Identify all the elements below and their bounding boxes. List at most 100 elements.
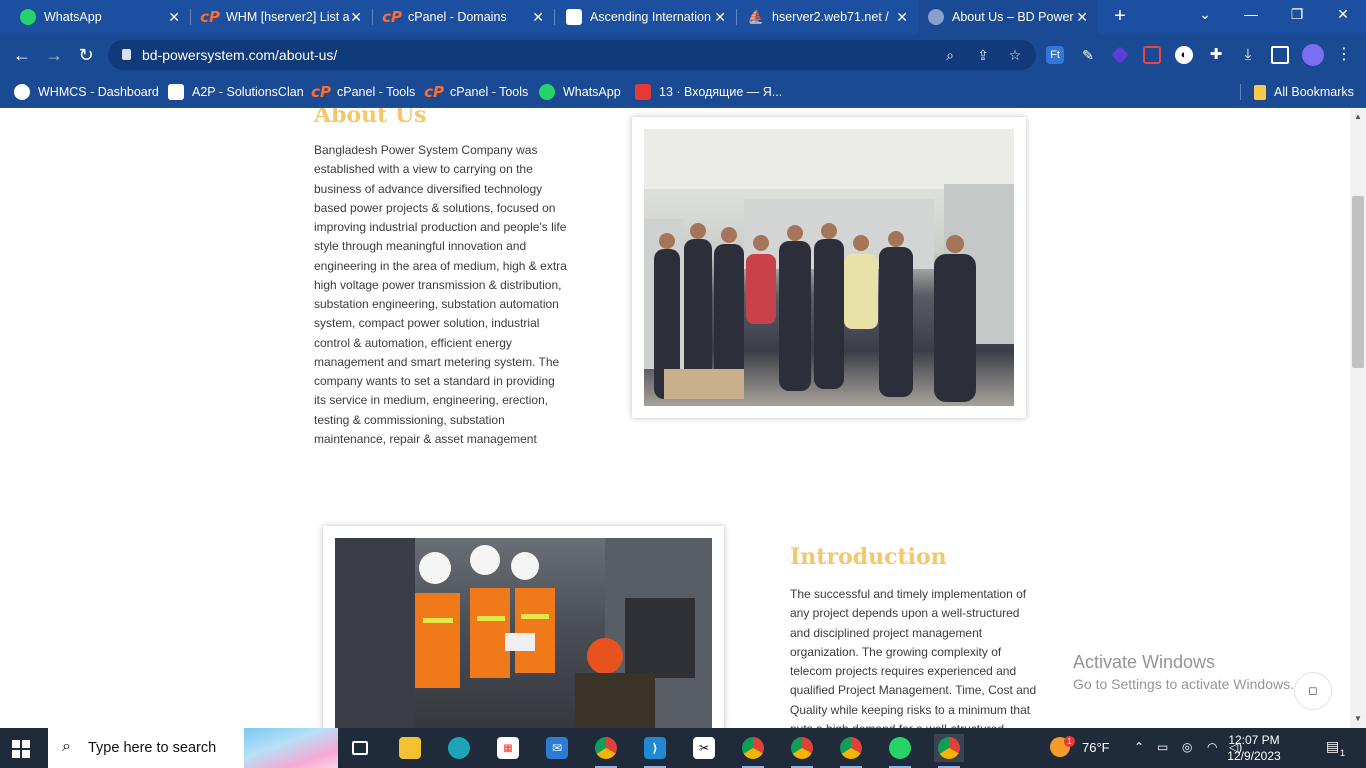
- vscode-icon[interactable]: ⟩: [640, 734, 670, 768]
- close-icon[interactable]: ✕: [714, 9, 726, 26]
- chrome-profile-3-icon[interactable]: [836, 734, 866, 768]
- bookmark-mail[interactable]: 13 · Входящие — Я...: [635, 82, 782, 102]
- tab-separator: [554, 9, 555, 25]
- reload-button[interactable]: ↻: [75, 44, 97, 66]
- scroll-thumb[interactable]: [1352, 196, 1364, 368]
- close-icon[interactable]: ✕: [896, 9, 908, 26]
- tab-ascending[interactable]: Ascending Internation ✕: [556, 0, 736, 34]
- weather-badge: 1: [1064, 736, 1075, 747]
- bookmark-whatsapp[interactable]: WhatsApp: [539, 82, 621, 102]
- store-icon[interactable]: ▦: [493, 734, 523, 762]
- tab-about-us[interactable]: About Us – BD Power ✕: [918, 0, 1098, 34]
- close-icon[interactable]: ✕: [168, 9, 180, 26]
- team-photo-image: [644, 129, 1014, 402]
- bookmark-whmcs[interactable]: WHMCS - Dashboard: [14, 82, 159, 102]
- profile-avatar[interactable]: [1302, 44, 1324, 66]
- bookmark-cpanel-tools-2[interactable]: cP cPanel - Tools: [424, 82, 529, 102]
- chrome-active-icon[interactable]: [934, 734, 964, 768]
- eyedropper-icon[interactable]: ✎: [1079, 46, 1097, 64]
- mail-app-icon[interactable]: ✉: [542, 734, 572, 762]
- forward-button[interactable]: →: [43, 44, 65, 66]
- file-explorer-icon[interactable]: [395, 734, 425, 762]
- team-photo: [644, 129, 1014, 406]
- task-view-icon[interactable]: [345, 734, 375, 762]
- zoom-icon[interactable]: ⌕: [941, 46, 959, 64]
- whatsapp-icon: [20, 9, 36, 25]
- bookmarks-divider: [1240, 84, 1241, 100]
- close-icon[interactable]: ✕: [350, 9, 362, 26]
- notification-center-icon[interactable]: ▤: [1326, 738, 1339, 755]
- whatsapp-app-icon[interactable]: [885, 734, 915, 768]
- chrome-profile-1-icon[interactable]: [738, 734, 768, 768]
- minimize-button[interactable]: —: [1241, 6, 1261, 22]
- battery-icon[interactable]: ▭: [1157, 740, 1168, 754]
- introduction-text: The successful and timely implementation…: [790, 587, 1037, 728]
- download-icon[interactable]: ⤓: [1239, 46, 1257, 64]
- url-text: bd-powersystem.com/about-us/: [142, 47, 338, 63]
- extensions-puzzle-icon[interactable]: ✚: [1207, 46, 1225, 64]
- share-icon[interactable]: ⇪: [974, 46, 992, 64]
- bookmark-label: cPanel - Tools: [450, 85, 529, 99]
- bookmark-star-icon[interactable]: ☆: [1006, 46, 1024, 64]
- watermark-subtitle: Go to Settings to activate Windows.: [1073, 676, 1294, 692]
- a2p-icon: [168, 84, 184, 100]
- chrome-profile-2-icon[interactable]: [787, 734, 817, 768]
- extension-ft-icon[interactable]: Ft: [1046, 46, 1064, 64]
- watermark-title: Activate Windows: [1073, 652, 1216, 672]
- introduction-heading: Introduction: [790, 544, 947, 570]
- chrome-icon[interactable]: [591, 734, 621, 768]
- tab-whatsapp[interactable]: WhatsApp ✕: [10, 0, 190, 34]
- restore-button[interactable]: ❐: [1287, 6, 1307, 23]
- lock-icon: [122, 49, 131, 60]
- edge-icon[interactable]: [444, 734, 474, 762]
- tab-strip: WhatsApp ✕ cP WHM [hserver2] List a ✕ cP…: [0, 0, 1366, 34]
- start-button[interactable]: [12, 740, 30, 758]
- extension-diamond-icon[interactable]: [1111, 46, 1129, 64]
- bookmarks-bar: WHMCS - Dashboard A2P - SolutionsClan cP…: [0, 76, 1366, 108]
- tab-title: About Us – BD Power: [952, 10, 1074, 24]
- page-scrollbar[interactable]: ▲ ▼: [1350, 108, 1366, 728]
- weather-temp[interactable]: 76°F: [1082, 740, 1110, 755]
- bookmark-a2p[interactable]: A2P - SolutionsClan: [168, 82, 304, 102]
- extension-circle-icon[interactable]: ◐: [1175, 46, 1193, 64]
- show-hidden-icons[interactable]: ⌃: [1134, 740, 1144, 754]
- tab-whm[interactable]: cP WHM [hserver2] List a ✕: [192, 0, 372, 34]
- close-icon[interactable]: ✕: [1076, 9, 1088, 26]
- network-icon[interactable]: ◠: [1207, 740, 1217, 754]
- address-bar[interactable]: bd-powersystem.com/about-us/ ⌕ ⇪ ☆: [108, 40, 1036, 70]
- bookmark-label: WhatsApp: [563, 85, 621, 99]
- web-page: About Us Bangladesh Power System Company…: [0, 108, 1350, 728]
- side-panel-icon[interactable]: [1271, 46, 1289, 64]
- tab-phpmyadmin[interactable]: ⛵ hserver2.web71.net / ✕: [738, 0, 918, 34]
- cpanel-icon: cP: [200, 8, 220, 26]
- tab-search-icon[interactable]: ⌄: [1195, 6, 1215, 23]
- all-bookmarks[interactable]: All Bookmarks: [1254, 82, 1354, 102]
- search-highlight-image: [244, 728, 338, 768]
- chat-widget-button[interactable]: ◻: [1294, 672, 1332, 710]
- extension-screen-icon[interactable]: [1143, 46, 1161, 64]
- system-clock[interactable]: 12:07 PM 12/9/2023: [1222, 732, 1286, 764]
- whatsapp-icon: [539, 84, 555, 100]
- bookmark-cpanel-tools-1[interactable]: cP cPanel - Tools: [311, 82, 415, 102]
- snipping-tool-icon[interactable]: ✂: [689, 734, 719, 762]
- search-placeholder: Type here to search: [88, 740, 217, 756]
- team-photo-frame: [632, 117, 1026, 418]
- new-tab-button[interactable]: +: [1110, 6, 1130, 26]
- scroll-down-icon[interactable]: ▼: [1353, 714, 1363, 723]
- search-icon: ⌕: [62, 738, 71, 755]
- bookmark-label: A2P - SolutionsClan: [192, 85, 304, 99]
- clock-date: 12/9/2023: [1227, 749, 1281, 763]
- back-button[interactable]: ←: [11, 44, 33, 66]
- close-icon[interactable]: ✕: [532, 9, 544, 26]
- windows-taskbar: ⌕ Type here to search ▦ ✉ ⟩ ✂ 1 76°F ⌃ ▭…: [0, 728, 1366, 768]
- meet-now-icon[interactable]: ◎: [1182, 740, 1192, 754]
- tab-cpanel-domains[interactable]: cP cPanel - Domains ✕: [374, 0, 554, 34]
- scroll-up-icon[interactable]: ▲: [1353, 112, 1363, 121]
- about-us-heading: About Us: [314, 108, 427, 128]
- engineers-photo-frame: [323, 526, 724, 728]
- close-window-button[interactable]: ✕: [1333, 6, 1353, 23]
- menu-icon[interactable]: ⋮: [1335, 46, 1353, 64]
- mail-icon: [635, 84, 651, 100]
- taskbar-search[interactable]: ⌕ Type here to search: [48, 728, 338, 768]
- tab-separator: [736, 9, 737, 25]
